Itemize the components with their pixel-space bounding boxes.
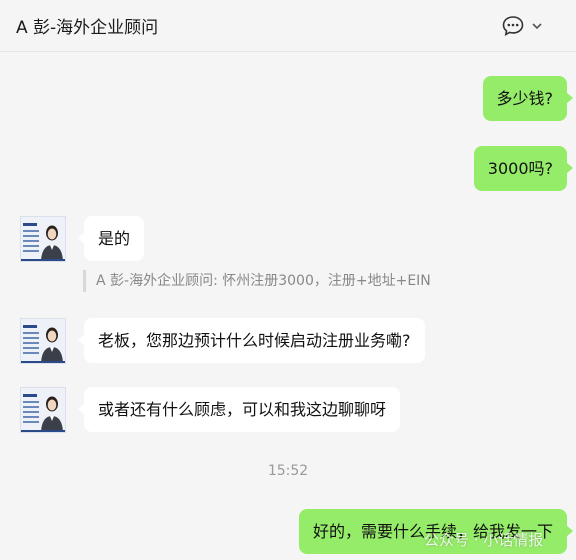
incoming-message-bubble[interactable]: 老板，您那边预计什么时候启动注册业务嘞? (78, 318, 425, 363)
outgoing-message-bubble[interactable]: 多少钱? (482, 76, 573, 121)
outgoing-message-bubble[interactable]: 3000吗? (473, 146, 574, 191)
chat-title: A 彭-海外企业顾问 (16, 18, 159, 38)
quoted-reply[interactable]: A 彭-海外企业顾问: 怀州注册3000，注册+地址+EIN (83, 270, 431, 292)
chat-message-list[interactable]: 多少钱? 3000吗? 是的 A 彭-海外企业顾问: 怀州注册3000，注册+地… (0, 53, 576, 560)
avatar[interactable] (20, 318, 66, 364)
chat-options-button[interactable] (501, 13, 551, 39)
avatar[interactable] (20, 387, 66, 433)
outgoing-message-bubble[interactable]: 好的，需要什么手续，给我发一下 (298, 509, 574, 554)
incoming-message-bubble[interactable]: 或者还有什么顾虑，可以和我这边聊聊呀 (77, 387, 401, 432)
incoming-message-bubble[interactable]: 是的 (77, 216, 145, 261)
message-timestamp: 15:52 (267, 463, 309, 479)
chat-header: A 彭-海外企业顾问 (0, 0, 576, 52)
chat-bubble-ellipsis-icon (502, 16, 524, 37)
avatar[interactable] (20, 216, 66, 262)
chevron-down-icon (532, 23, 542, 30)
